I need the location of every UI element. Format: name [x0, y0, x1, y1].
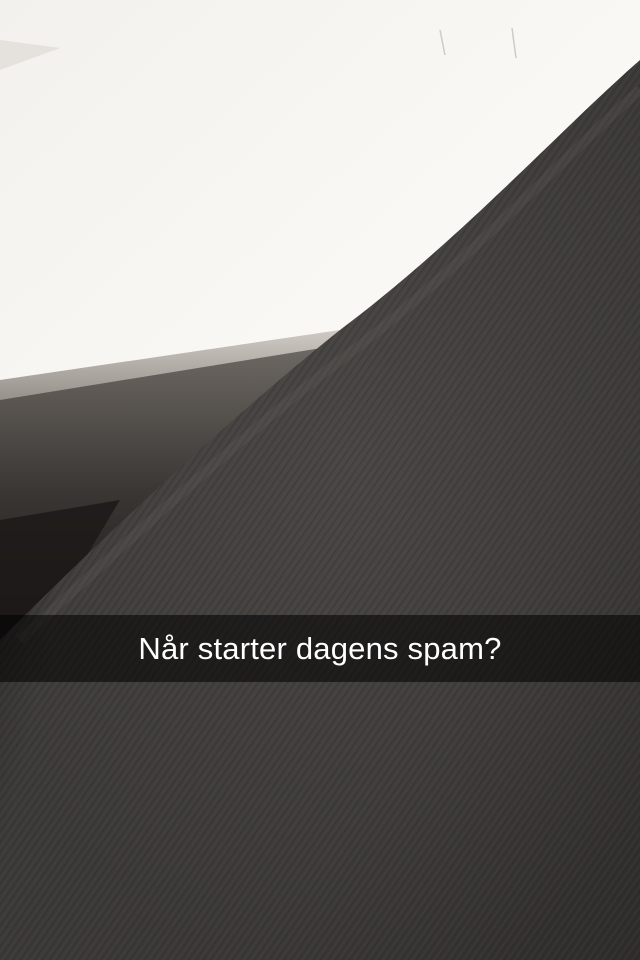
caption-bar[interactable]: Når starter dagens spam? [0, 615, 640, 682]
photo-background [0, 0, 640, 960]
caption-text: Når starter dagens spam? [138, 630, 502, 666]
snap-viewer[interactable]: Når starter dagens spam? [0, 0, 640, 960]
